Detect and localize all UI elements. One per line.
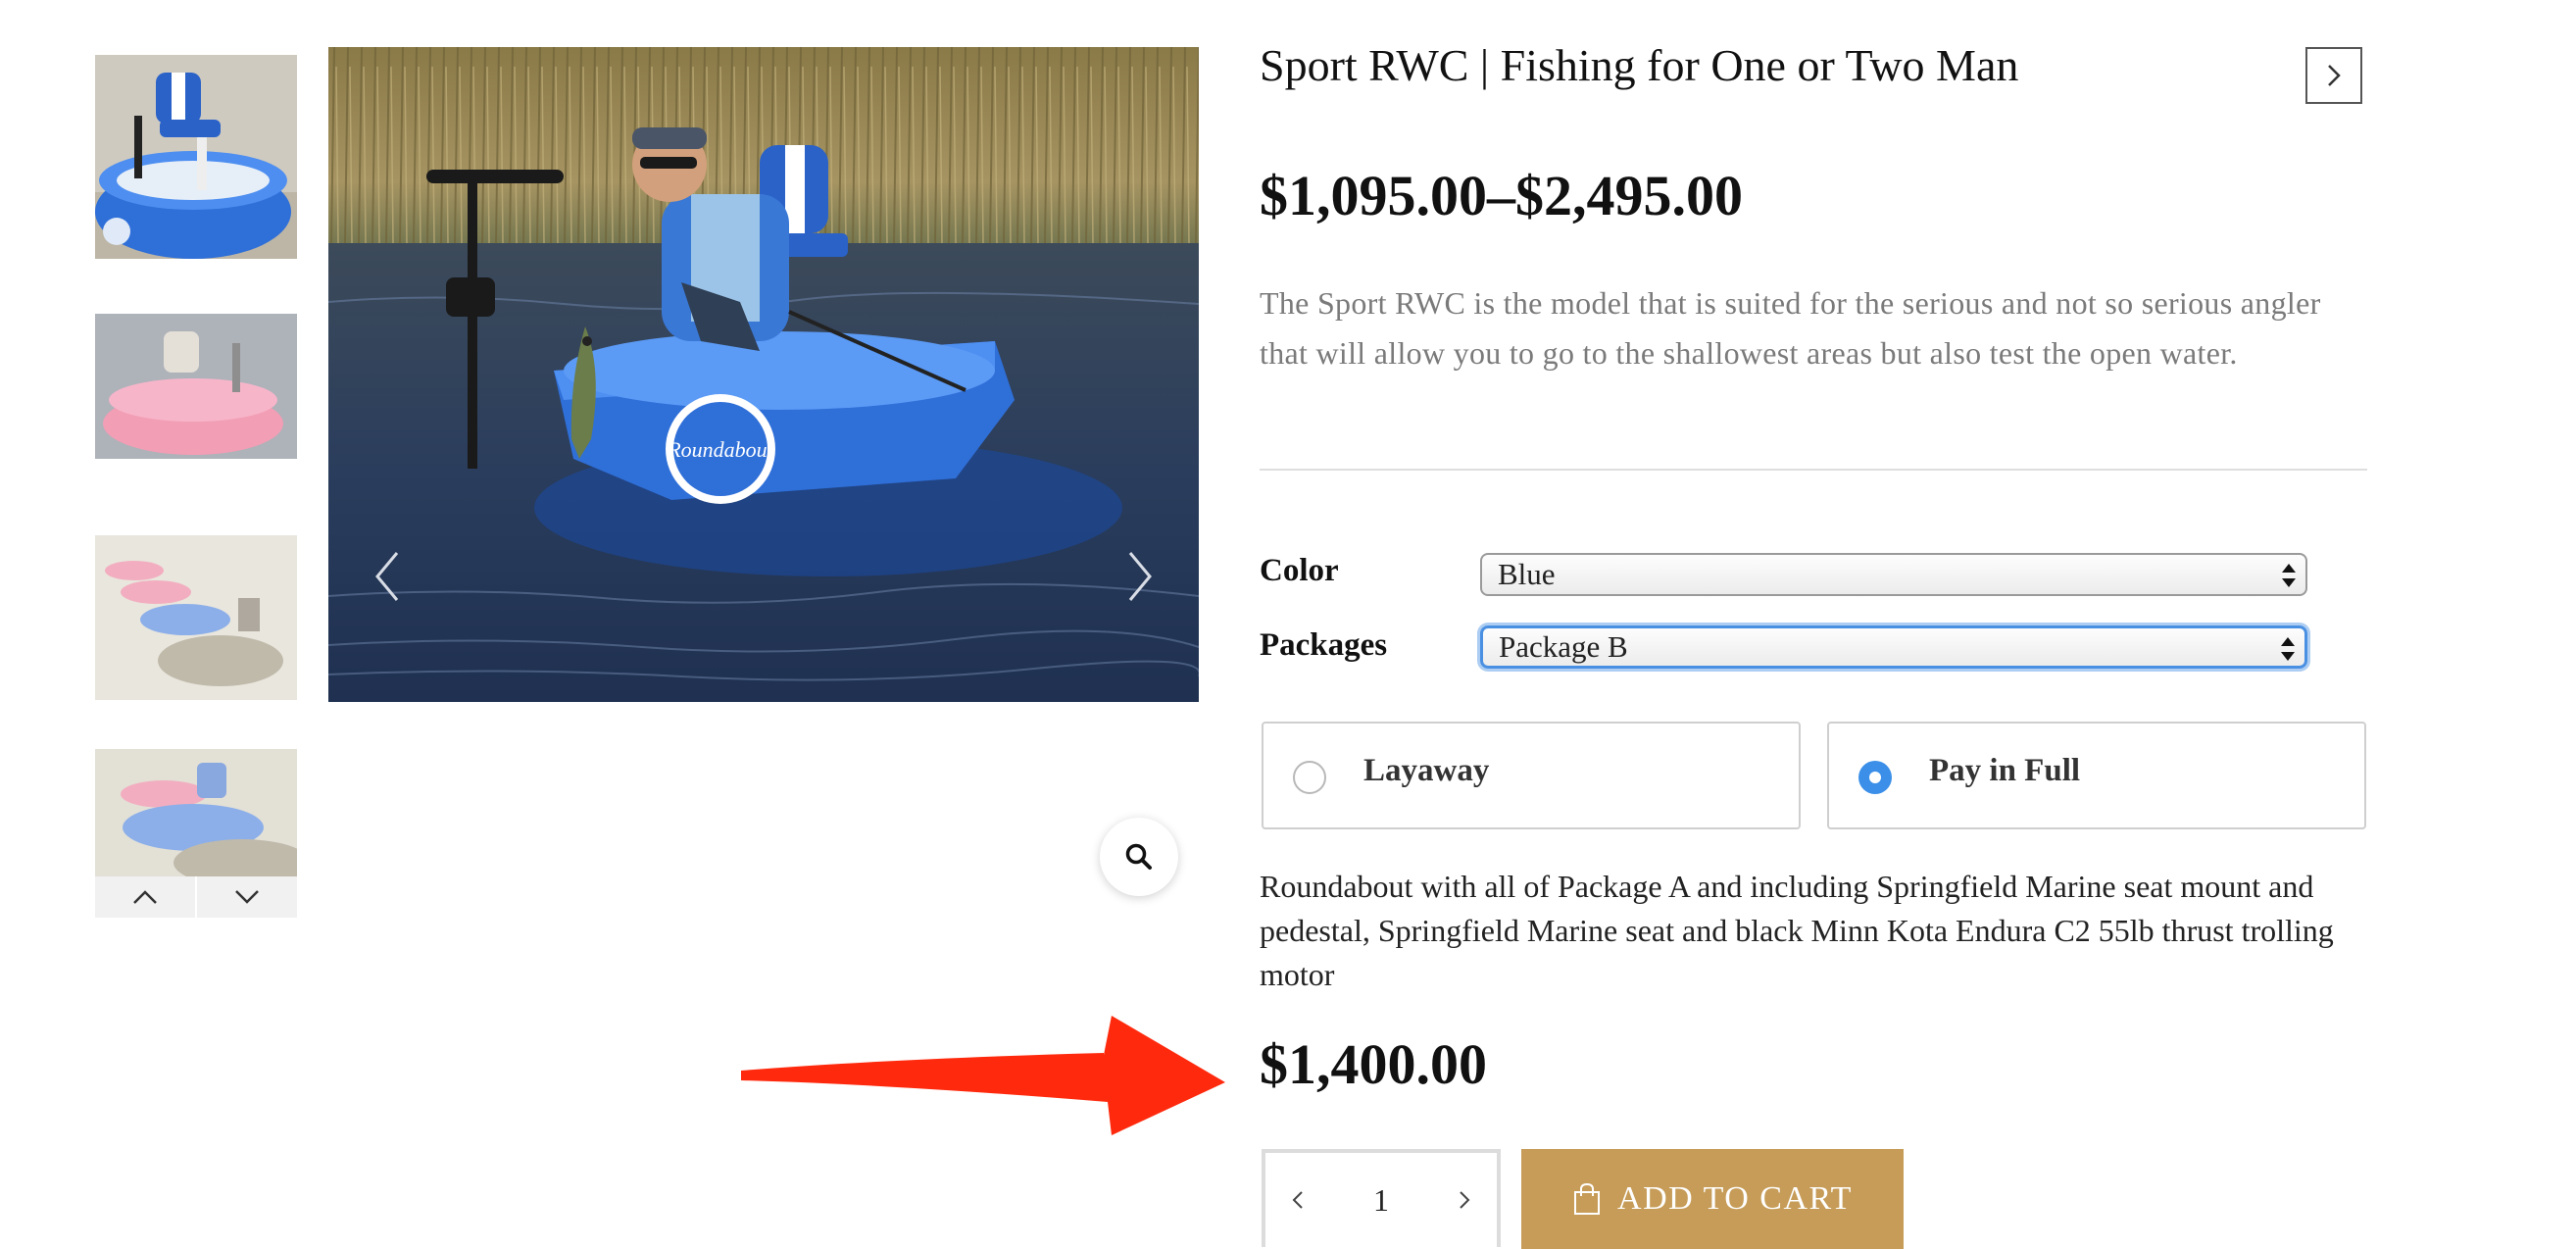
shopping-bag-icon bbox=[1574, 1182, 1601, 1215]
packages-label: Packages bbox=[1260, 627, 1388, 663]
chevron-right-icon bbox=[2328, 65, 2341, 86]
layaway-label: Layaway bbox=[1363, 753, 1490, 788]
boat-fishing-photo: Roundabout bbox=[328, 47, 1199, 702]
boat-logo-text: Roundabout bbox=[667, 437, 773, 462]
pay-in-full-option[interactable]: Pay in Full bbox=[1827, 722, 2366, 829]
layaway-radio[interactable] bbox=[1293, 761, 1326, 794]
boats-beach-closeup-thumbnail-icon bbox=[95, 749, 297, 876]
packages-select[interactable]: Package B bbox=[1480, 625, 2307, 669]
gallery-thumbnail-1[interactable] bbox=[95, 55, 297, 259]
color-label: Color bbox=[1260, 553, 1339, 588]
thumbnail-down-button[interactable] bbox=[195, 876, 297, 918]
chevron-right-icon bbox=[1460, 1191, 1470, 1209]
next-product-button[interactable] bbox=[2305, 47, 2362, 104]
layaway-option[interactable]: Layaway bbox=[1262, 722, 1801, 829]
chevron-up-icon bbox=[133, 890, 157, 904]
variation-price: $1,400.00 bbox=[1260, 1032, 1487, 1096]
boat-blue-seat-thumbnail-icon bbox=[95, 55, 297, 259]
short-description: The Sport RWC is the model that is suite… bbox=[1260, 285, 2321, 371]
next-image-button[interactable] bbox=[1120, 537, 1160, 616]
add-to-cart-label: ADD TO CART bbox=[1617, 1180, 1853, 1217]
quantity-stepper[interactable]: 1 bbox=[1262, 1149, 1501, 1247]
gallery-thumbnail-3[interactable] bbox=[95, 535, 297, 700]
variation-description: Roundabout with all of Package A and inc… bbox=[1260, 869, 2334, 992]
chevron-right-icon bbox=[1128, 552, 1152, 601]
gallery-thumbnail-2[interactable] bbox=[95, 314, 297, 459]
color-select-value: Blue bbox=[1498, 557, 1556, 591]
add-to-cart-button[interactable]: ADD TO CART bbox=[1521, 1149, 1904, 1249]
chevron-down-icon bbox=[235, 890, 259, 904]
previous-image-button[interactable] bbox=[368, 537, 407, 616]
chevron-left-icon bbox=[375, 552, 399, 601]
divider bbox=[1260, 469, 2367, 471]
zoom-button[interactable] bbox=[1100, 818, 1178, 896]
packages-select-value: Package B bbox=[1499, 629, 1628, 664]
price-range: $1,095.00–$2,495.00 bbox=[1260, 164, 1743, 227]
pay-in-full-radio[interactable] bbox=[1858, 761, 1892, 794]
product-title: Sport RWC | Fishing for One or Two Man bbox=[1260, 40, 2019, 90]
red-arrow-annotation bbox=[741, 1016, 1225, 1135]
search-icon bbox=[1125, 843, 1152, 870]
select-arrows-icon bbox=[2282, 564, 2296, 587]
boat-pink-thumbnail-icon bbox=[95, 314, 297, 459]
quantity-increase-button[interactable] bbox=[1450, 1180, 1479, 1220]
pay-in-full-label: Pay in Full bbox=[1929, 753, 2081, 788]
thumbnail-navigation bbox=[95, 876, 297, 918]
main-product-image[interactable]: Roundabout bbox=[328, 47, 1199, 702]
select-arrows-icon bbox=[2281, 637, 2295, 661]
gallery-thumbnail-4[interactable] bbox=[95, 749, 297, 876]
thumbnail-up-button[interactable] bbox=[95, 876, 195, 918]
boats-beach-thumbnail-icon bbox=[95, 535, 297, 700]
color-select[interactable]: Blue bbox=[1480, 553, 2307, 596]
